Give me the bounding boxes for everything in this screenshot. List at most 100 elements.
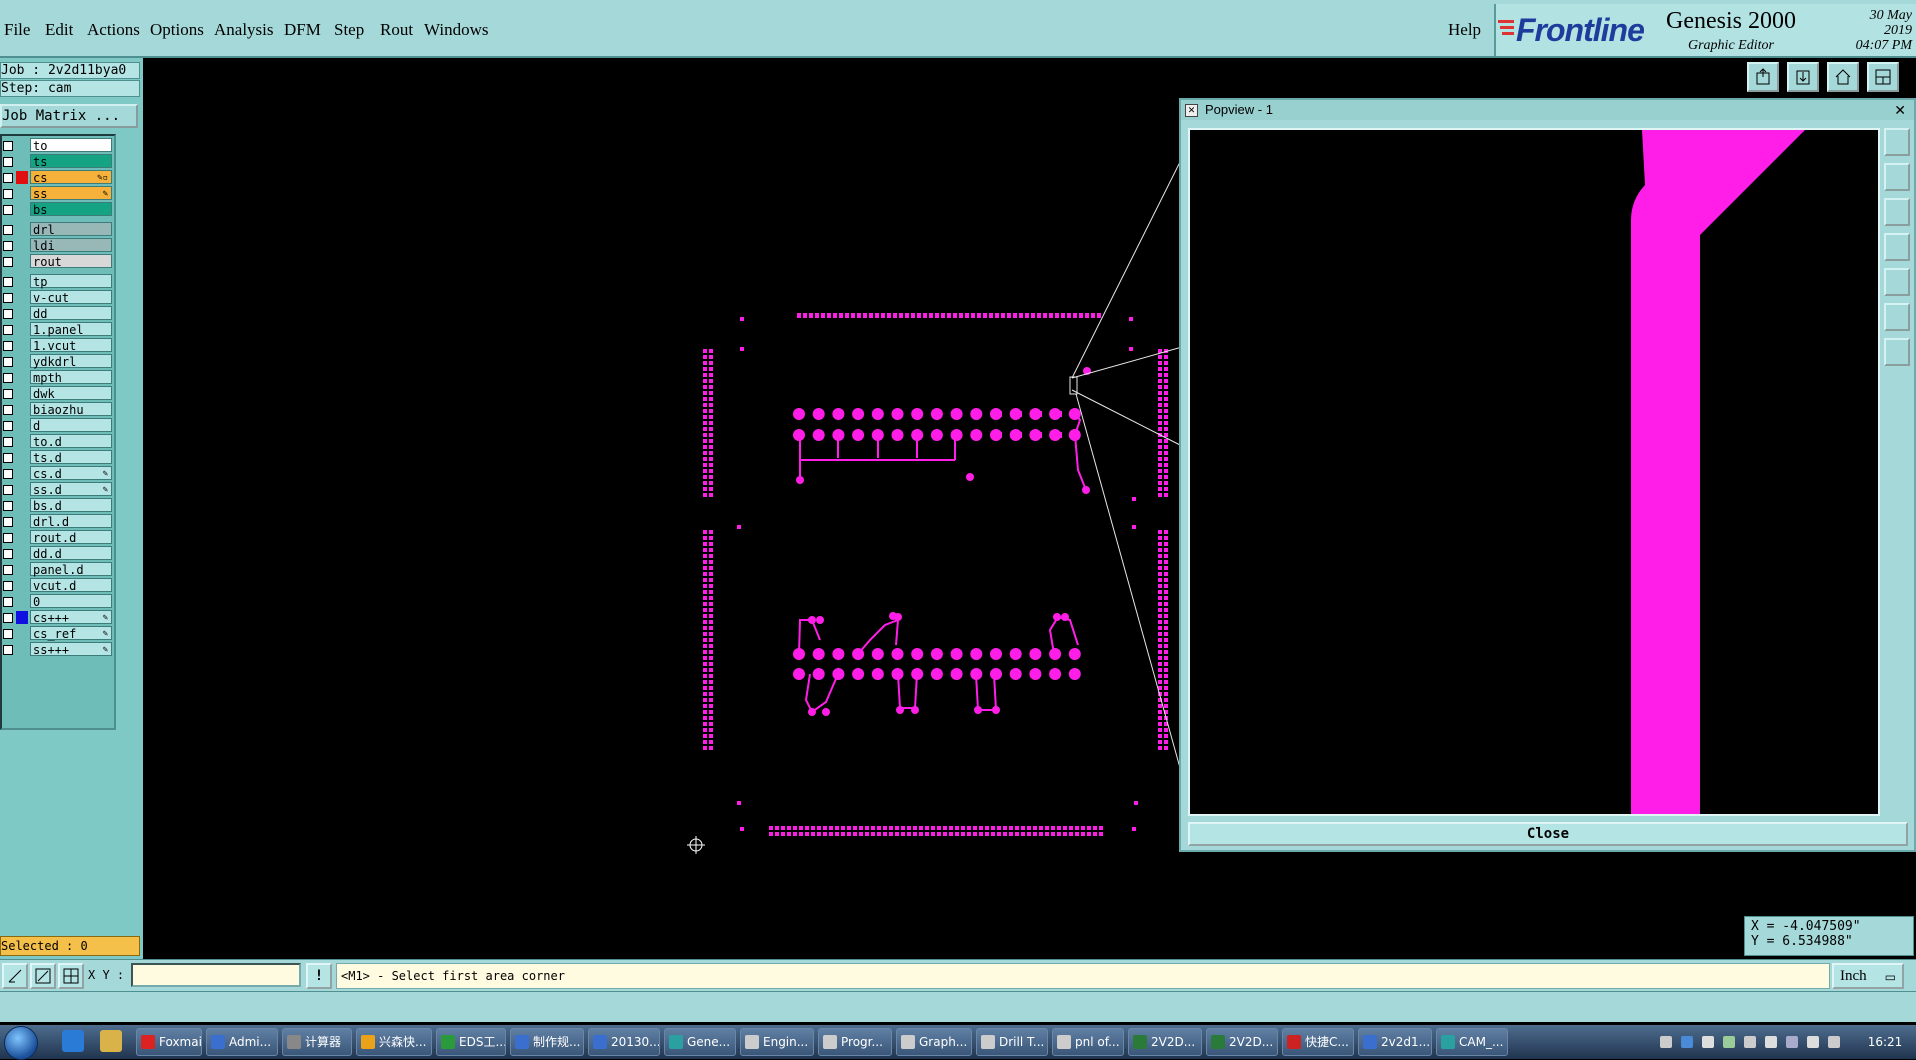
popview-tool-button[interactable] [1884, 128, 1910, 156]
menu-help[interactable]: Help [1448, 20, 1481, 40]
measure-button[interactable] [30, 963, 56, 989]
menu-analysis[interactable]: Analysis [214, 20, 274, 40]
layer-row[interactable]: cs+++ ✎ [2, 610, 114, 625]
toolbar-button-4[interactable] [1867, 62, 1899, 92]
layer-row[interactable]: rout.d [2, 530, 114, 545]
alert-button[interactable]: ! [306, 963, 332, 989]
layer-name[interactable]: dwk [30, 386, 112, 401]
layer-checkbox[interactable] [3, 189, 13, 199]
layer-row[interactable]: ss.d ✎ [2, 482, 114, 497]
tray-icon[interactable] [1702, 1036, 1714, 1048]
layer-row[interactable]: to [2, 138, 114, 153]
taskbar-item[interactable]: Drill T... [976, 1028, 1048, 1056]
layer-name[interactable]: ss+++ ✎ [30, 642, 112, 657]
layer-row[interactable]: dd [2, 306, 114, 321]
tray-icon[interactable] [1723, 1036, 1735, 1048]
layer-name[interactable]: rout.d [30, 530, 112, 545]
taskbar-item[interactable]: CAM_... [1436, 1028, 1508, 1056]
tray-icon[interactable] [1765, 1036, 1777, 1048]
layer-checkbox[interactable] [3, 157, 13, 167]
taskbar-item[interactable]: Graph... [896, 1028, 972, 1056]
layer-row[interactable]: ss ✎ [2, 186, 114, 201]
job-matrix-button[interactable]: Job Matrix ... [0, 104, 138, 128]
taskbar-item[interactable]: 快捷C... [1282, 1028, 1354, 1056]
taskbar-item[interactable]: Gene... [664, 1028, 736, 1056]
layer-name[interactable]: 1.panel [30, 322, 112, 337]
snap-button[interactable] [2, 963, 28, 989]
layer-row[interactable]: mpth [2, 370, 114, 385]
layer-checkbox[interactable] [3, 357, 13, 367]
layer-row[interactable]: 1.panel [2, 322, 114, 337]
layer-name[interactable]: dd [30, 306, 112, 321]
layer-checkbox[interactable] [3, 597, 13, 607]
layer-row[interactable]: v-cut [2, 290, 114, 305]
layer-name[interactable]: drl.d [30, 514, 112, 529]
layer-checkbox[interactable] [3, 453, 13, 463]
layer-row[interactable]: ss+++ ✎ [2, 642, 114, 657]
layer-checkbox[interactable] [3, 389, 13, 399]
layer-checkbox[interactable] [3, 141, 13, 151]
layer-row[interactable]: 0 [2, 594, 114, 609]
layer-checkbox[interactable] [3, 437, 13, 447]
menu-edit[interactable]: Edit [45, 20, 73, 40]
layer-checkbox[interactable] [3, 485, 13, 495]
tray-icon[interactable] [1807, 1036, 1819, 1048]
popview-tool-button[interactable] [1884, 233, 1910, 261]
layer-checkbox[interactable] [3, 549, 13, 559]
taskbar-item[interactable]: 计算器 [282, 1028, 352, 1056]
layer-name[interactable]: rout [30, 254, 112, 269]
layer-name[interactable]: ydkdrl [30, 354, 112, 369]
toolbar-button-1[interactable] [1747, 62, 1779, 92]
taskbar-item[interactable]: EDS工... [436, 1028, 506, 1056]
layer-checkbox[interactable] [3, 309, 13, 319]
layer-name[interactable]: vcut.d [30, 578, 112, 593]
layer-row[interactable]: ydkdrl [2, 354, 114, 369]
layer-checkbox[interactable] [3, 373, 13, 383]
layer-name[interactable]: ss ✎ [30, 186, 112, 201]
taskbar-item[interactable]: 2V2D... [1128, 1028, 1202, 1056]
layer-name[interactable]: to [30, 138, 112, 153]
taskbar-item[interactable]: 兴森快... [356, 1028, 432, 1056]
layer-checkbox[interactable] [3, 173, 13, 183]
layer-name[interactable]: cs_ref ✎ [30, 626, 112, 641]
layer-checkbox[interactable] [3, 205, 13, 215]
layer-name[interactable]: cs.d ✎ [30, 466, 112, 481]
layer-row[interactable]: tp [2, 274, 114, 289]
layer-checkbox[interactable] [3, 501, 13, 511]
layer-name[interactable]: drl [30, 222, 112, 237]
layer-checkbox[interactable] [3, 581, 13, 591]
taskbar-item[interactable]: Progr... [818, 1028, 892, 1056]
layer-row[interactable]: bs.d [2, 498, 114, 513]
layer-row[interactable]: cs_ref ✎ [2, 626, 114, 641]
taskbar-item[interactable]: 2v2d1... [1358, 1028, 1432, 1056]
layer-checkbox[interactable] [3, 405, 13, 415]
layer-row[interactable]: 1.vcut [2, 338, 114, 353]
ie-icon[interactable] [62, 1030, 84, 1052]
layer-checkbox[interactable] [3, 613, 13, 623]
tray-icon[interactable] [1786, 1036, 1798, 1048]
menu-file[interactable]: File [4, 20, 30, 40]
layer-checkbox[interactable] [3, 277, 13, 287]
layer-name[interactable]: biaozhu [30, 402, 112, 417]
tray-icon[interactable] [1681, 1036, 1693, 1048]
layer-name[interactable]: mpth [30, 370, 112, 385]
layer-checkbox[interactable] [3, 257, 13, 267]
xy-input[interactable] [131, 963, 301, 987]
popview-tool-button[interactable] [1884, 198, 1910, 226]
grid-button[interactable] [58, 963, 84, 989]
tray-icon[interactable] [1744, 1036, 1756, 1048]
layer-name[interactable]: ldi [30, 238, 112, 253]
layer-row[interactable]: vcut.d [2, 578, 114, 593]
taskbar-item[interactable]: Admi... [206, 1028, 278, 1056]
popview-titlebar[interactable]: ✕ Popview - 1 ✕ [1181, 100, 1914, 120]
menu-actions[interactable]: Actions [87, 20, 140, 40]
layer-name[interactable]: ss.d ✎ [30, 482, 112, 497]
layer-row[interactable]: ts [2, 154, 114, 169]
layer-row[interactable]: dd.d [2, 546, 114, 561]
layer-checkbox[interactable] [3, 565, 13, 575]
layer-name[interactable]: tp [30, 274, 112, 289]
layer-checkbox[interactable] [3, 341, 13, 351]
layer-checkbox[interactable] [3, 241, 13, 251]
layer-row[interactable]: ts.d [2, 450, 114, 465]
layer-name[interactable]: d [30, 418, 112, 433]
